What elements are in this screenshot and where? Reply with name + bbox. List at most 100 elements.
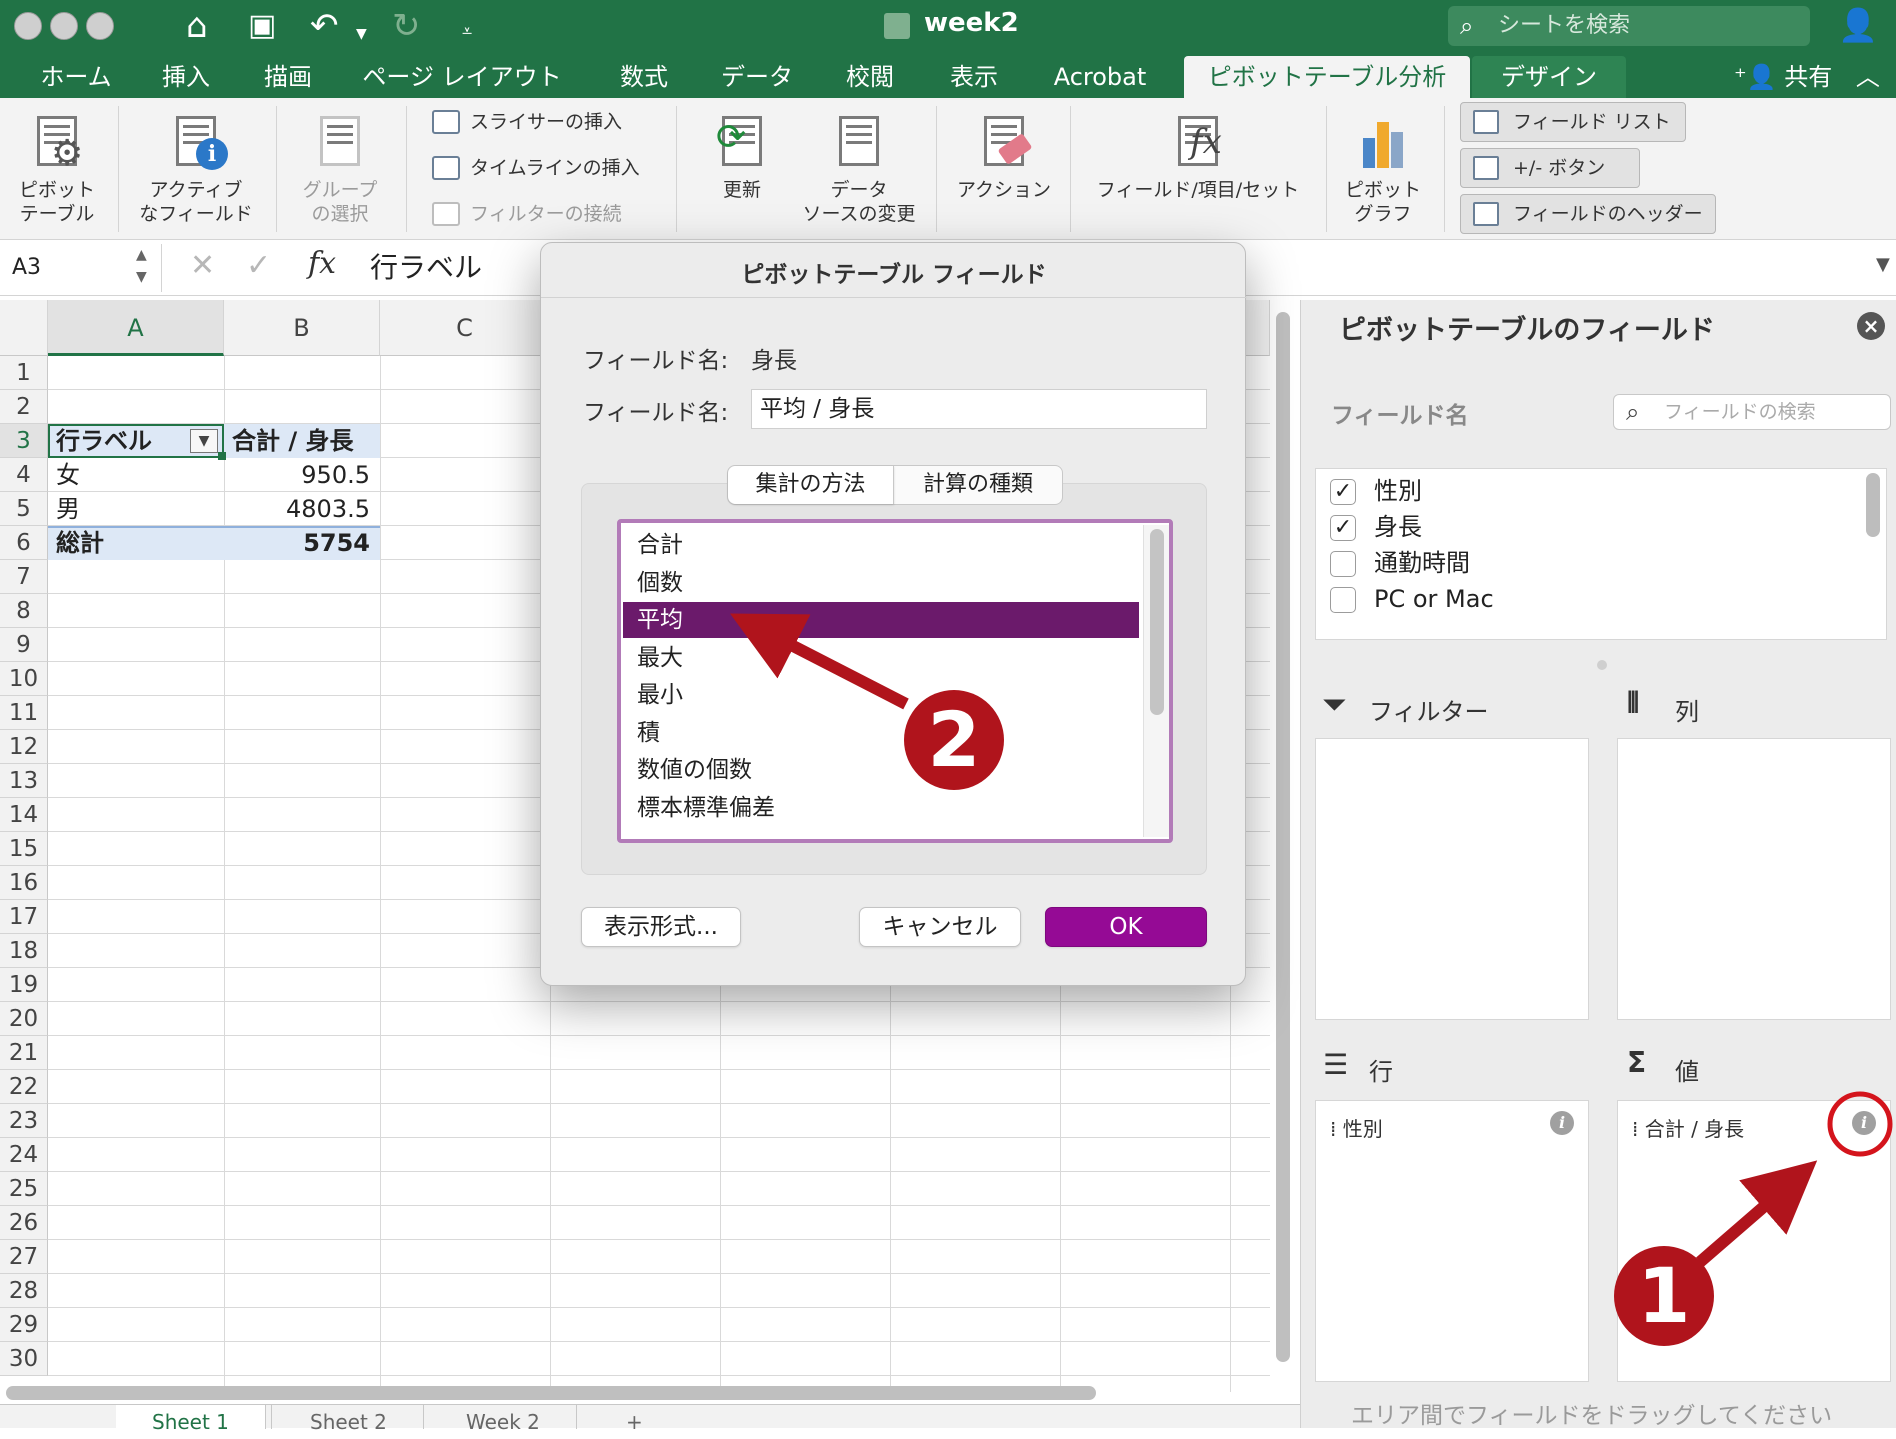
resize-handle[interactable] [1597, 660, 1607, 670]
tab-page-layout[interactable]: ページ レイアウト [352, 56, 572, 98]
row-header[interactable]: 27 [0, 1240, 48, 1274]
redo-icon[interactable]: ↻ [392, 6, 421, 46]
confirm-entry-icon[interactable]: ✓ [246, 248, 271, 283]
row-header[interactable]: 30 [0, 1342, 48, 1376]
row-header[interactable]: 29 [0, 1308, 48, 1342]
tab-formulas[interactable]: 数式 [604, 56, 684, 98]
row-header[interactable]: 4 [0, 458, 48, 492]
active-field-button[interactable]: i アクティブ なフィールド [134, 116, 258, 226]
row-header[interactable]: 28 [0, 1274, 48, 1308]
function-option[interactable]: 個数 [623, 565, 1139, 601]
formula-input[interactable]: 行ラベル [370, 246, 482, 290]
tab-design[interactable]: デザイン [1472, 56, 1626, 98]
change-data-source-button[interactable]: データ ソースの変更 [798, 116, 920, 226]
field-headers-toggle[interactable]: フィールドのヘッダー [1460, 194, 1716, 234]
function-option[interactable]: 数値の個数 [623, 752, 1139, 788]
pivot-value-header[interactable]: 合計 / 身長 [226, 424, 359, 458]
field-list[interactable]: ✓ 性別 ✓ 身長 通勤時間 PC or Mac [1315, 468, 1887, 640]
columns-drop-zone[interactable] [1617, 738, 1891, 1020]
row-header[interactable]: 2 [0, 390, 48, 424]
pivot-row-label[interactable]: 男 [50, 492, 86, 526]
row-header[interactable]: 11 [0, 696, 48, 730]
function-option[interactable]: 合計 [623, 527, 1139, 563]
row-header[interactable]: 14 [0, 798, 48, 832]
share-button[interactable]: ⁺👤 共有 ︿ [1734, 56, 1880, 98]
tab-draw[interactable]: 描画 [252, 56, 324, 98]
row-header[interactable]: 13 [0, 764, 48, 798]
vertical-scrollbar[interactable] [1272, 312, 1294, 1370]
summary-function-list[interactable]: 合計 個数 平均 最大 最小積数値の個数 標本標準偏差 [617, 519, 1173, 843]
pivot-row-label-header[interactable]: 行ラベル [50, 424, 158, 458]
cancel-button[interactable]: キャンセル [859, 907, 1021, 947]
field-settings-info-icon[interactable]: i [1550, 1111, 1574, 1135]
value-field-settings-info-icon[interactable]: i [1852, 1111, 1876, 1135]
close-panel-icon[interactable]: × [1857, 312, 1885, 340]
pivot-row-value[interactable]: 950.5 [226, 458, 376, 492]
row-header[interactable]: 10 [0, 662, 48, 696]
filter-connections-button[interactable]: フィルターの接続 [428, 198, 622, 230]
field-list-toggle[interactable]: フィールド リスト [1460, 102, 1686, 142]
function-list-scroll-thumb[interactable] [1150, 529, 1164, 715]
row-header[interactable]: 9 [0, 628, 48, 662]
plus-minus-buttons-toggle[interactable]: +/- ボタン [1460, 148, 1640, 188]
function-list-scrollbar[interactable] [1143, 525, 1169, 837]
sheet-tab[interactable]: Sheet 1 [116, 1405, 266, 1434]
row-header[interactable]: 6 [0, 526, 48, 560]
function-option[interactable]: 最大 [623, 640, 1139, 676]
filters-drop-zone[interactable] [1315, 738, 1589, 1020]
row-header[interactable]: 17 [0, 900, 48, 934]
field-list-scroll-thumb[interactable] [1866, 473, 1880, 537]
column-header-a[interactable]: A [48, 300, 224, 356]
group-selection-button[interactable]: グループ の選択 [292, 116, 388, 226]
horizontal-scroll-thumb[interactable] [6, 1386, 1096, 1400]
pivot-chart-button[interactable]: ピボット グラフ [1338, 116, 1428, 226]
row-header[interactable]: 24 [0, 1138, 48, 1172]
name-box-stepper-icon[interactable]: ▲ ▼ [136, 244, 147, 288]
refresh-button[interactable]: ⟳ 更新 [690, 116, 794, 202]
rows-field-chip[interactable]: ⁞ 性別 [1330, 1113, 1383, 1142]
row-header[interactable]: 5 [0, 492, 48, 526]
row-header[interactable]: 16 [0, 866, 48, 900]
pivot-table-options-button[interactable]: ⚙ ピボット テーブル [14, 116, 100, 226]
account-icon[interactable]: 👤 [1838, 6, 1878, 44]
tab-show-values-as[interactable]: 計算の種類 [894, 466, 1062, 504]
filter-dropdown-icon[interactable]: ▼ [190, 429, 218, 453]
row-header[interactable]: 12 [0, 730, 48, 764]
field-item-gender[interactable]: ✓ 性別 [1330, 471, 1422, 511]
field-item-height[interactable]: ✓ 身長 [1330, 507, 1422, 547]
sheet-search-input[interactable]: ⌕ シートを検索 [1448, 6, 1810, 46]
checkbox-checked[interactable]: ✓ [1330, 479, 1356, 505]
function-option[interactable]: 積 [623, 715, 1139, 751]
row-header[interactable]: 3 [0, 424, 48, 458]
cancel-entry-icon[interactable]: ✕ [190, 248, 215, 283]
ok-button[interactable]: OK [1045, 907, 1207, 947]
field-item-commute-time[interactable]: 通勤時間 [1330, 543, 1470, 583]
function-option[interactable]: 平均 [623, 602, 1139, 638]
row-header[interactable]: 26 [0, 1206, 48, 1240]
close-window-button[interactable] [14, 12, 42, 40]
row-header[interactable]: 21 [0, 1036, 48, 1070]
number-format-button[interactable]: 表示形式... [581, 907, 741, 947]
row-header[interactable]: 18 [0, 934, 48, 968]
tab-data[interactable]: データ [712, 56, 802, 98]
values-field-chip[interactable]: ⁞ 合計 / 身長 [1632, 1113, 1744, 1142]
custom-name-input[interactable]: 平均 / 身長 [751, 389, 1207, 429]
row-header[interactable]: 22 [0, 1070, 48, 1104]
tab-pivottable-analyze[interactable]: ピボットテーブル分析 [1184, 56, 1470, 98]
checkbox-checked[interactable]: ✓ [1330, 515, 1356, 541]
customize-toolbar-icon[interactable]: ⩡ [462, 12, 472, 52]
horizontal-scrollbar[interactable] [0, 1386, 1100, 1402]
add-sheet-button[interactable]: + [590, 1405, 679, 1434]
collapse-ribbon-icon[interactable]: ︿ [1856, 63, 1880, 91]
row-header[interactable]: 1 [0, 356, 48, 390]
pivot-row-value[interactable]: 4803.5 [226, 492, 376, 526]
function-option[interactable]: 標本標準偏差 [623, 790, 1139, 826]
row-header[interactable]: 25 [0, 1172, 48, 1206]
insert-timeline-button[interactable]: タイムラインの挿入 [428, 152, 640, 184]
pivot-total-label[interactable]: 総計 [50, 526, 110, 560]
field-item-pc-or-mac[interactable]: PC or Mac [1330, 579, 1494, 619]
function-option[interactable]: 最小 [623, 677, 1139, 713]
vertical-scroll-thumb[interactable] [1276, 312, 1290, 1362]
checkbox-unchecked[interactable] [1330, 587, 1356, 613]
expand-formula-bar-icon[interactable]: ▼ [1876, 254, 1890, 275]
